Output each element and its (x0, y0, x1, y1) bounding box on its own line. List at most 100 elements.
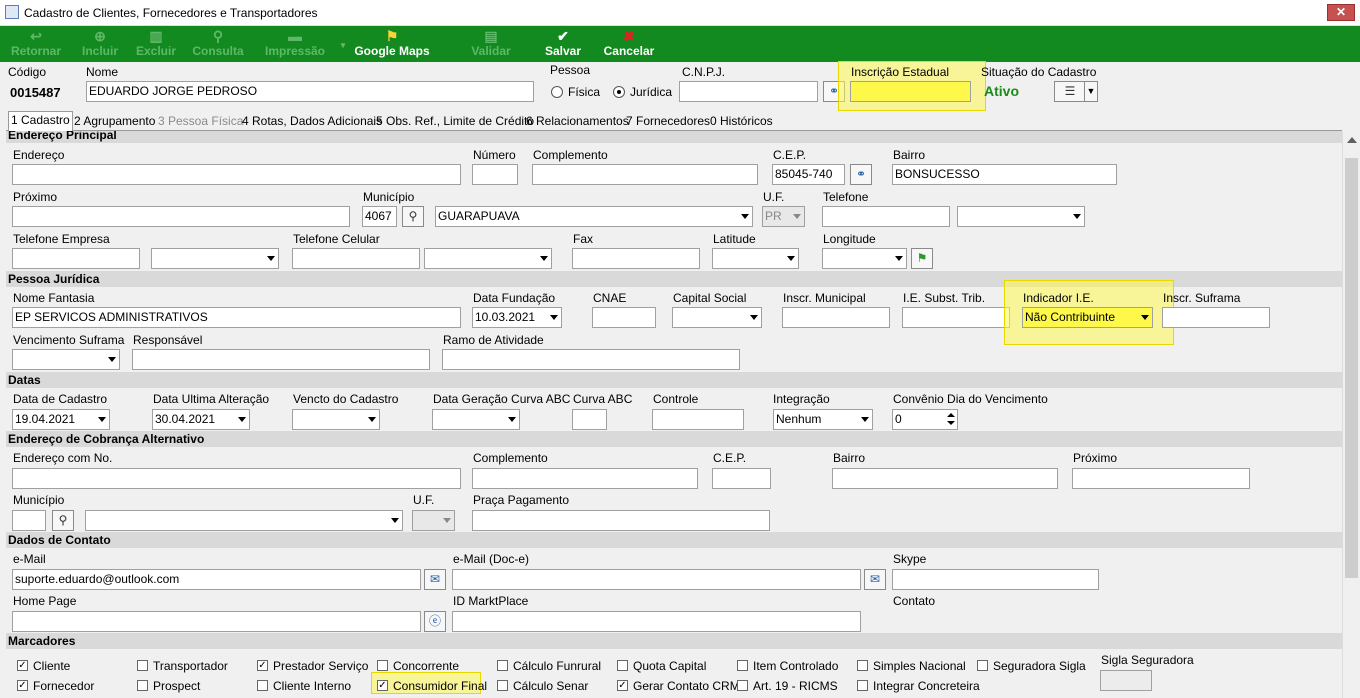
google-maps-button[interactable]: ⚑ Google Maps (352, 26, 432, 62)
telefone-empresa-select[interactable] (151, 248, 279, 269)
checkbox-simples-nacional[interactable]: Simples Nacional (857, 659, 966, 673)
curva-field[interactable] (572, 409, 607, 430)
complemento-field[interactable] (532, 164, 758, 185)
checkbox-cliente-interno[interactable]: Cliente Interno (257, 679, 351, 693)
tab-obs[interactable]: 5 Obs. Ref., Limite de Crédito (374, 113, 536, 131)
incluir-button[interactable]: ⊕ Incluir (78, 26, 122, 62)
cobranca-proximo-field[interactable] (1072, 468, 1250, 489)
checkbox-fornecedor[interactable]: ✓ Fornecedor (17, 679, 94, 693)
checkbox-transportador[interactable]: Transportador (137, 659, 228, 673)
inscr-suframa-field[interactable] (1162, 307, 1270, 328)
checkbox-quota-capital[interactable]: Quota Capital (617, 659, 706, 673)
data-ultima-field[interactable]: 30.04.2021 (152, 409, 250, 430)
checkbox-seguradora-sigla[interactable]: Seguradora Sigla (977, 659, 1086, 673)
validar-button[interactable]: ▤ Validar (468, 26, 514, 62)
responsavel-field[interactable] (132, 349, 430, 370)
telefone-type-select[interactable] (957, 206, 1085, 227)
marktplace-field[interactable] (452, 611, 861, 632)
controle-field[interactable] (652, 409, 744, 430)
cobranca-municipio-select[interactable] (85, 510, 403, 531)
cep-lookup-button[interactable]: ⚭ (850, 164, 872, 185)
impressao-button[interactable]: ▬ Impressão (262, 26, 328, 62)
municipio-code-field[interactable]: 4067 (362, 206, 397, 227)
fisica-radio[interactable] (551, 86, 563, 98)
integracao-select[interactable]: Nenhum (773, 409, 873, 430)
checkbox-item-controlado[interactable]: Item Controlado (737, 659, 838, 673)
tab-pessoa-fisica[interactable]: 3 Pessoa Física (156, 113, 245, 131)
send-email-doce-button[interactable]: ✉ (864, 569, 886, 590)
data-cadastro-field[interactable]: 19.04.2021 (12, 409, 110, 430)
cobranca-endereco-field[interactable] (12, 468, 461, 489)
spin-down-icon[interactable] (947, 421, 955, 425)
bairro-field[interactable]: BONSUCESSO (892, 164, 1117, 185)
municipio-search-button[interactable]: ⚲ (402, 206, 424, 227)
praca-field[interactable] (472, 510, 770, 531)
municipio-select[interactable]: GUARAPUAVA (435, 206, 753, 227)
salvar-button[interactable]: ✔ Salvar (540, 26, 586, 62)
checkbox-prospect[interactable]: Prospect (137, 679, 200, 693)
telefone-celular-field[interactable] (292, 248, 420, 269)
indicador-ie-select[interactable]: Não Contribuinte (1022, 307, 1153, 328)
scroll-thumb[interactable] (1345, 158, 1358, 578)
juridica-radio[interactable] (613, 86, 625, 98)
tab-relacionamentos[interactable]: 6 Relacionamentos (524, 113, 631, 131)
scroll-up-icon[interactable] (1347, 137, 1357, 143)
uf-select[interactable]: PR (762, 206, 805, 227)
vencto-field[interactable] (292, 409, 380, 430)
nome-field[interactable]: EDUARDO JORGE PEDROSO (86, 81, 534, 102)
cnpj-field[interactable] (679, 81, 818, 102)
vertical-scrollbar[interactable] (1342, 131, 1360, 698)
telefone-celular-select[interactable] (424, 248, 552, 269)
tab-agrupamento[interactable]: 2 Agrupamento (72, 113, 157, 131)
ramo-field[interactable] (442, 349, 740, 370)
capital-social-select[interactable] (672, 307, 762, 328)
cobranca-municipio-code-field[interactable] (12, 510, 46, 531)
telefone-empresa-field[interactable] (12, 248, 140, 269)
vencimento-suframa-field[interactable] (12, 349, 120, 370)
checkbox-prestador-servico[interactable]: ✓ Prestador Serviço (257, 659, 368, 673)
checkbox-integrar-concreteira[interactable]: Integrar Concreteira (857, 679, 980, 693)
checkbox-concorrente[interactable]: Concorrente (377, 659, 459, 673)
email-doce-field[interactable] (452, 569, 861, 590)
send-email-button[interactable]: ✉ (424, 569, 446, 590)
cobranca-municipio-search-button[interactable]: ⚲ (52, 510, 74, 531)
checkbox-art19-ricms[interactable]: Art. 19 - RICMS (737, 679, 838, 693)
cancelar-button[interactable]: ✖ Cancelar (600, 26, 658, 62)
impressao-dropdown-icon[interactable]: ▾ (336, 26, 350, 62)
cnae-field[interactable] (592, 307, 656, 328)
cobranca-bairro-field[interactable] (832, 468, 1058, 489)
cobranca-complemento-field[interactable] (472, 468, 698, 489)
fax-field[interactable] (572, 248, 700, 269)
latitude-field[interactable] (712, 248, 799, 269)
ie-field[interactable] (850, 81, 971, 102)
email-field[interactable]: suporte.eduardo@outlook.com (12, 569, 421, 590)
cep-field[interactable]: 85045-740 (772, 164, 845, 185)
situacao-dropdown-icon[interactable]: ▼ (1084, 81, 1098, 102)
cobranca-uf-select[interactable] (412, 510, 455, 531)
checkbox-cliente[interactable]: ✓ Cliente (17, 659, 70, 673)
convenio-spinner[interactable]: 0 (892, 409, 958, 430)
map-button[interactable]: ⚑ (911, 248, 933, 269)
curva-data-field[interactable] (432, 409, 520, 430)
cobranca-cep-field[interactable] (712, 468, 771, 489)
longitude-field[interactable] (822, 248, 907, 269)
homepage-field[interactable] (12, 611, 421, 632)
spin-up-icon[interactable] (947, 413, 955, 417)
excluir-button[interactable]: ▥ Excluir (134, 26, 178, 62)
checkbox-calculo-funrural[interactable]: Cálculo Funrural (497, 659, 601, 673)
data-fundacao-field[interactable]: 10.03.2021 (472, 307, 562, 328)
tab-historicos[interactable]: 0 Históricos (708, 113, 775, 131)
tab-rotas[interactable]: 4 Rotas, Dados Adicionais (240, 113, 384, 131)
close-button[interactable]: ✕ (1327, 4, 1355, 21)
skype-field[interactable] (892, 569, 1099, 590)
proximo-field[interactable] (12, 206, 350, 227)
tab-fornecedores[interactable]: 7 Fornecedores (624, 113, 712, 131)
ie-subst-field[interactable] (902, 307, 1010, 328)
open-homepage-button[interactable]: ⓔ (424, 611, 446, 632)
situacao-button[interactable]: ☰ (1054, 81, 1086, 102)
inscr-municipal-field[interactable] (782, 307, 890, 328)
consulta-button[interactable]: ⚲ Consulta (190, 26, 246, 62)
tab-cadastro[interactable]: 1 Cadastro (8, 111, 73, 132)
retornar-button[interactable]: ↩ Retornar (8, 26, 64, 62)
checkbox-gerar-contato-crm[interactable]: ✓ Gerar Contato CRM (617, 679, 740, 693)
